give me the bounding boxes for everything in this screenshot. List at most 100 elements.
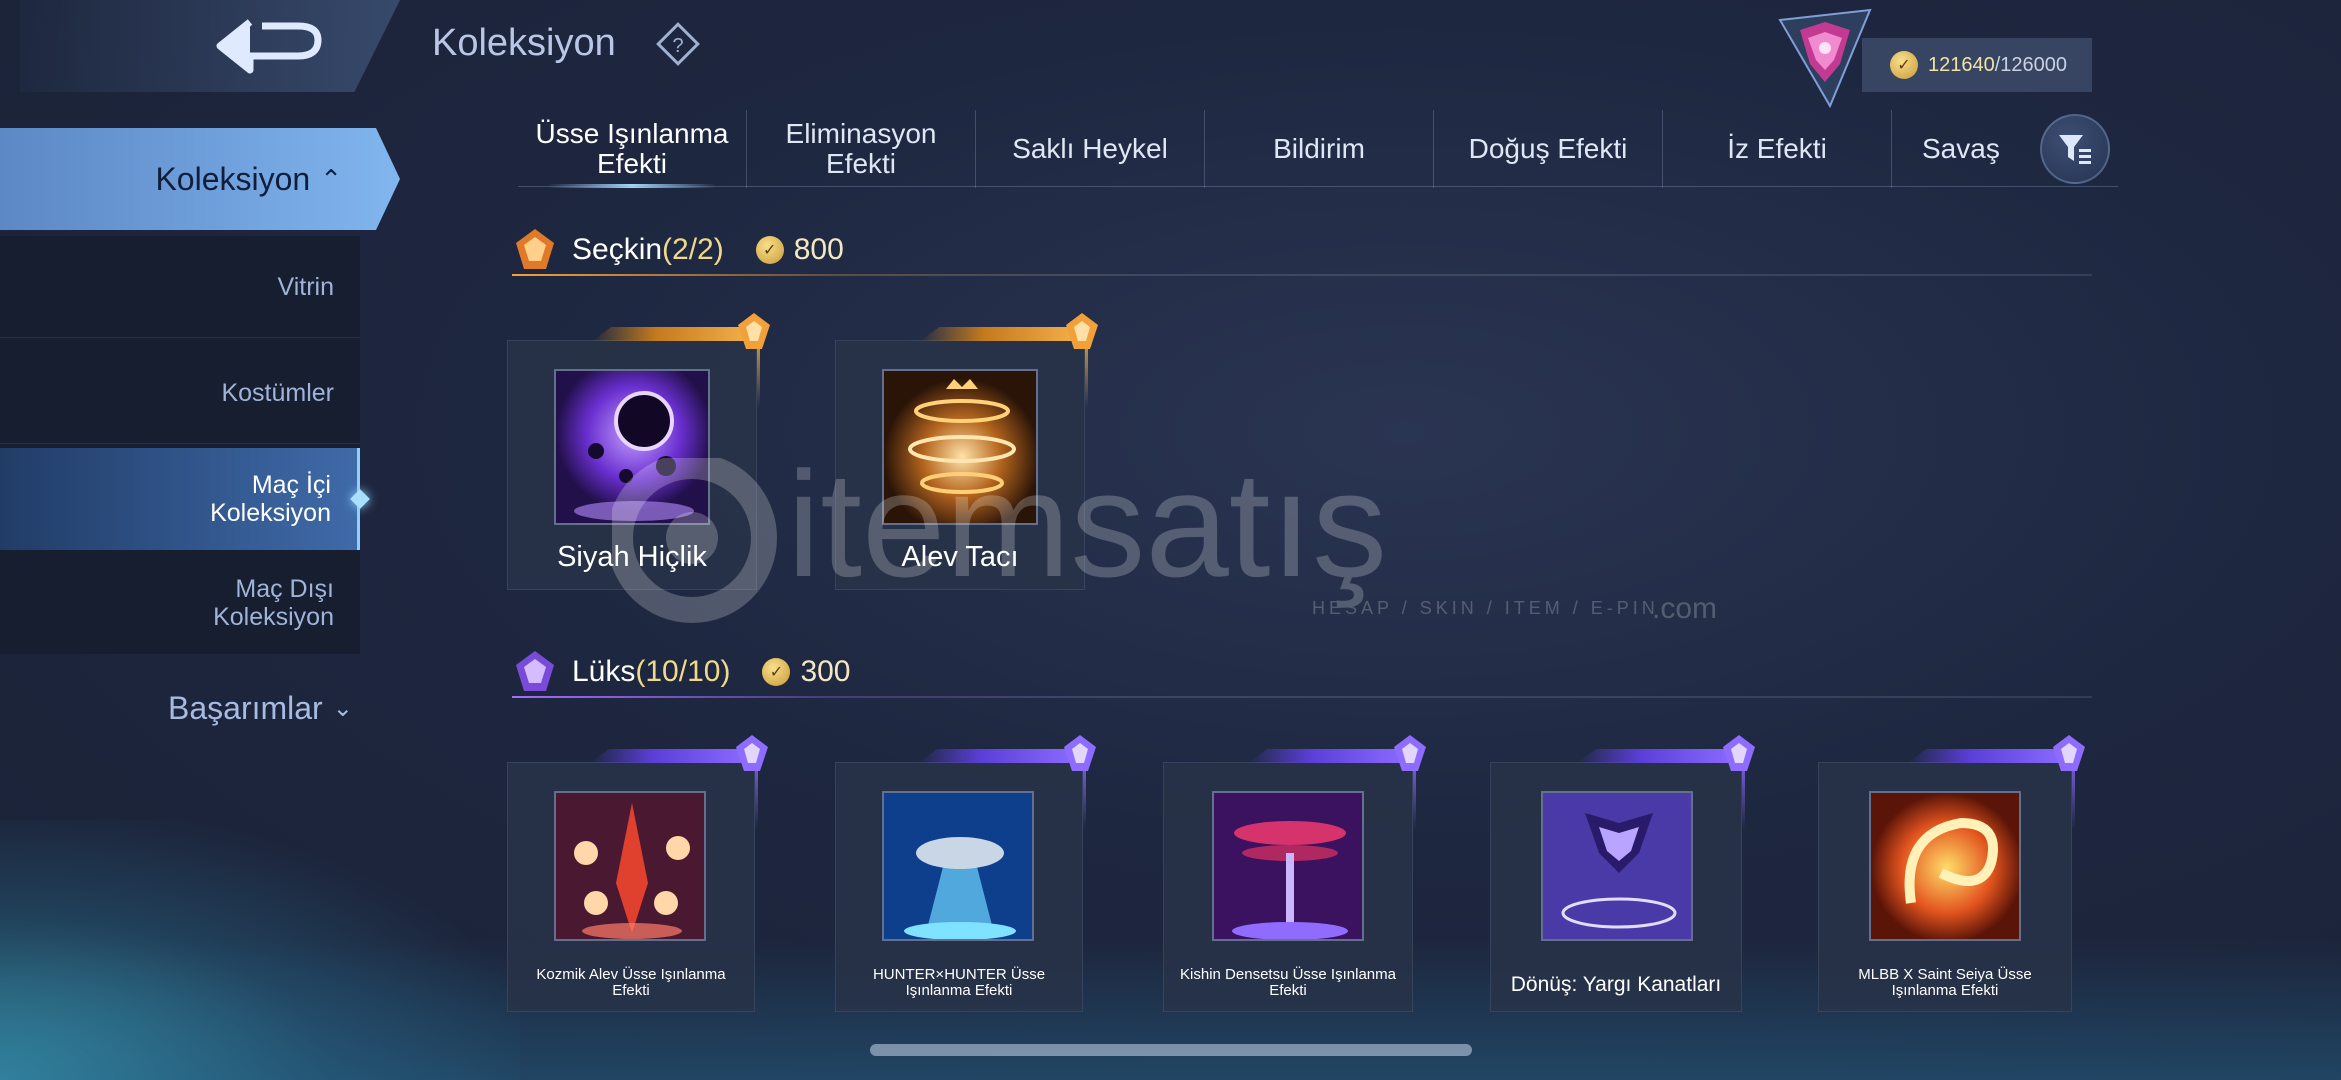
- tab-label: Saklı Heykel: [1012, 133, 1168, 164]
- section-price-value: 300: [800, 655, 851, 688]
- collection-card-saint-seiya[interactable]: MLBB X Saint Seiya Üsse Işınlanma Efekti: [1818, 735, 2085, 1012]
- card-name: HUNTER×HUNTER Üsse Işınlanma Efekti: [872, 966, 1046, 999]
- card-ribbon: [1577, 749, 1737, 763]
- currency-display: ✓ 121640/126000: [1862, 38, 2092, 92]
- elite-corner-icon: [738, 313, 770, 349]
- tab-label: İz Efekti: [1727, 133, 1827, 164]
- tab-label: Bildirim: [1273, 133, 1365, 164]
- kishin-art: [1214, 793, 1362, 939]
- section-count: (10/10): [635, 655, 731, 688]
- collection-card-kozmik-alev[interactable]: Kozmik Alev Üsse Işınlanma Efekti: [507, 735, 768, 1012]
- tab-bildirim[interactable]: Bildirim: [1205, 110, 1434, 188]
- section-count: (2/2): [662, 233, 724, 266]
- luxury-corner-icon: [1723, 735, 1755, 771]
- sidebar-item-mac-disi-koleksiyon[interactable]: Maç Dışı Koleksiyon: [0, 552, 360, 654]
- card-thumbnail: [882, 791, 1034, 941]
- elite-rank-icon: [516, 229, 554, 269]
- tab-bar: Üsse Işınlanma Efekti Eliminasyon Efekti…: [518, 110, 2118, 188]
- luxury-rank-icon: [516, 651, 554, 691]
- sidebar-item-vitrin[interactable]: Vitrin: [0, 236, 360, 338]
- saint-seiya-art: [1871, 793, 2019, 939]
- section-underline: [512, 274, 2092, 276]
- card-name: Kozmik Alev Üsse Işınlanma Efekti: [536, 966, 726, 999]
- card-name: MLBB X Saint Seiya Üsse Işınlanma Efekti: [1858, 966, 2032, 999]
- tab-label: Eliminasyon Efekti: [785, 118, 937, 179]
- coin-icon: ✓: [755, 236, 784, 264]
- tab-sakli-heykel[interactable]: Saklı Heykel: [976, 110, 1205, 188]
- filter-button[interactable]: [2040, 114, 2110, 184]
- sidebar-submenu: Vitrin Kostümler Maç İçi Koleksiyon Maç …: [0, 236, 370, 654]
- tab-dogus-efekti[interactable]: Doğuş Efekti: [1434, 110, 1663, 188]
- tab-label: Üsse Işınlanma Efekti: [535, 118, 729, 179]
- cosmic-flame-art: [556, 793, 704, 939]
- section-price-value: 800: [793, 233, 844, 266]
- card-name: Dönüş: Yargı Kanatları: [1510, 973, 1722, 996]
- watermark-domain: .com: [1652, 592, 1717, 625]
- watermark-logo: itemsatış HESAP / SKIN / ITEM / E-PIN .c…: [612, 458, 1717, 625]
- section-underline: [512, 696, 2092, 698]
- section-title: Lüks: [572, 655, 636, 688]
- chevron-down-icon: ⌄: [332, 695, 353, 722]
- card-thumbnail: [554, 791, 706, 941]
- section-title: Seçkin: [572, 233, 663, 266]
- section-header-luks: Lüks(10/10) ✓ 300: [512, 646, 2092, 698]
- coin-icon: ✓: [1890, 51, 1918, 79]
- section-price: ✓ 800: [755, 233, 844, 267]
- tab-divider: [518, 186, 2118, 187]
- judgment-wings-art: [1543, 793, 1691, 939]
- watermark-tagline: HESAP / SKIN / ITEM / E-PIN: [1312, 598, 1659, 618]
- tab-label: Doğuş Efekti: [1468, 133, 1628, 164]
- section-price: ✓ 300: [762, 655, 851, 689]
- card-ribbon: [920, 327, 1080, 341]
- sidebar-item-label: Kostümler: [221, 379, 334, 407]
- card-name: Kishin Densetsu Üsse Işınlanma Efekti: [1180, 966, 1396, 999]
- luxury-corner-icon: [736, 735, 768, 771]
- question-diamond-icon[interactable]: ?: [656, 22, 700, 66]
- sidebar-item-label: Maç Dışı Koleksiyon: [213, 575, 334, 631]
- active-indicator: [350, 489, 370, 509]
- hunter-art: [884, 793, 1032, 939]
- divider: [0, 443, 360, 444]
- card-thumbnail: [1869, 791, 2021, 941]
- luxury-corner-icon: [1064, 735, 1096, 771]
- sidebar-item-label: Maç İçi Koleksiyon: [210, 471, 331, 527]
- currency-value: 121640: [1928, 53, 1995, 76]
- watermark-brand: itemsatış: [787, 458, 1387, 608]
- back-button[interactable]: [20, 0, 400, 92]
- tab-iz-efekti[interactable]: İz Efekti: [1663, 110, 1892, 188]
- sidebar-item-label: Vitrin: [277, 273, 334, 301]
- section-header-seckin: Seçkin(2/2) ✓ 800: [512, 224, 2092, 276]
- sidebar-item-label: Başarımlar: [168, 690, 323, 726]
- card-thumbnail: [1212, 791, 1364, 941]
- horizontal-scrollbar[interactable]: [870, 1044, 1472, 1056]
- page-title: Koleksiyon: [432, 22, 616, 64]
- card-ribbon: [1907, 749, 2067, 763]
- bottom-left-glow: [0, 820, 520, 1080]
- elite-corner-icon: [1066, 313, 1098, 349]
- luxury-corner-icon: [2053, 735, 2085, 771]
- currency-max: /126000: [1994, 53, 2068, 76]
- card-ribbon: [592, 327, 752, 341]
- collection-card-kishin-densetsu[interactable]: Kishin Densetsu Üsse Işınlanma Efekti: [1163, 735, 1426, 1012]
- sidebar-item-kostumler[interactable]: Kostümler: [0, 342, 360, 444]
- tab-label: Savaş: [1922, 133, 2000, 164]
- sidebar-main-label: Koleksiyon: [155, 160, 311, 197]
- back-arrow-icon: [216, 19, 322, 74]
- sidebar-item-mac-ici-koleksiyon[interactable]: Maç İçi Koleksiyon: [0, 448, 370, 550]
- card-ribbon: [590, 749, 750, 763]
- filter-icon: [2059, 135, 2091, 164]
- sidebar-main-koleksiyon[interactable]: Koleksiyon ⌃: [0, 128, 400, 230]
- chevron-up-icon: ⌃: [320, 163, 342, 194]
- tab-usse-isinlanma-efekti[interactable]: Üsse Işınlanma Efekti: [518, 110, 747, 188]
- tab-eliminasyon-efekti[interactable]: Eliminasyon Efekti: [747, 110, 976, 188]
- coin-icon: ✓: [762, 658, 791, 686]
- card-thumbnail: [1541, 791, 1693, 941]
- sidebar-item-basarimlar[interactable]: Başarımlar ⌄: [168, 690, 353, 727]
- luxury-corner-icon: [1394, 735, 1426, 771]
- collection-card-hunter-hunter[interactable]: HUNTER×HUNTER Üsse Işınlanma Efekti: [835, 735, 1096, 1012]
- divider: [0, 337, 360, 338]
- collection-card-donus-yargi-kanatlari[interactable]: Dönüş: Yargı Kanatları: [1490, 735, 1755, 1012]
- svg-text:?: ?: [672, 35, 683, 57]
- card-ribbon: [1248, 749, 1408, 763]
- card-ribbon: [918, 749, 1078, 763]
